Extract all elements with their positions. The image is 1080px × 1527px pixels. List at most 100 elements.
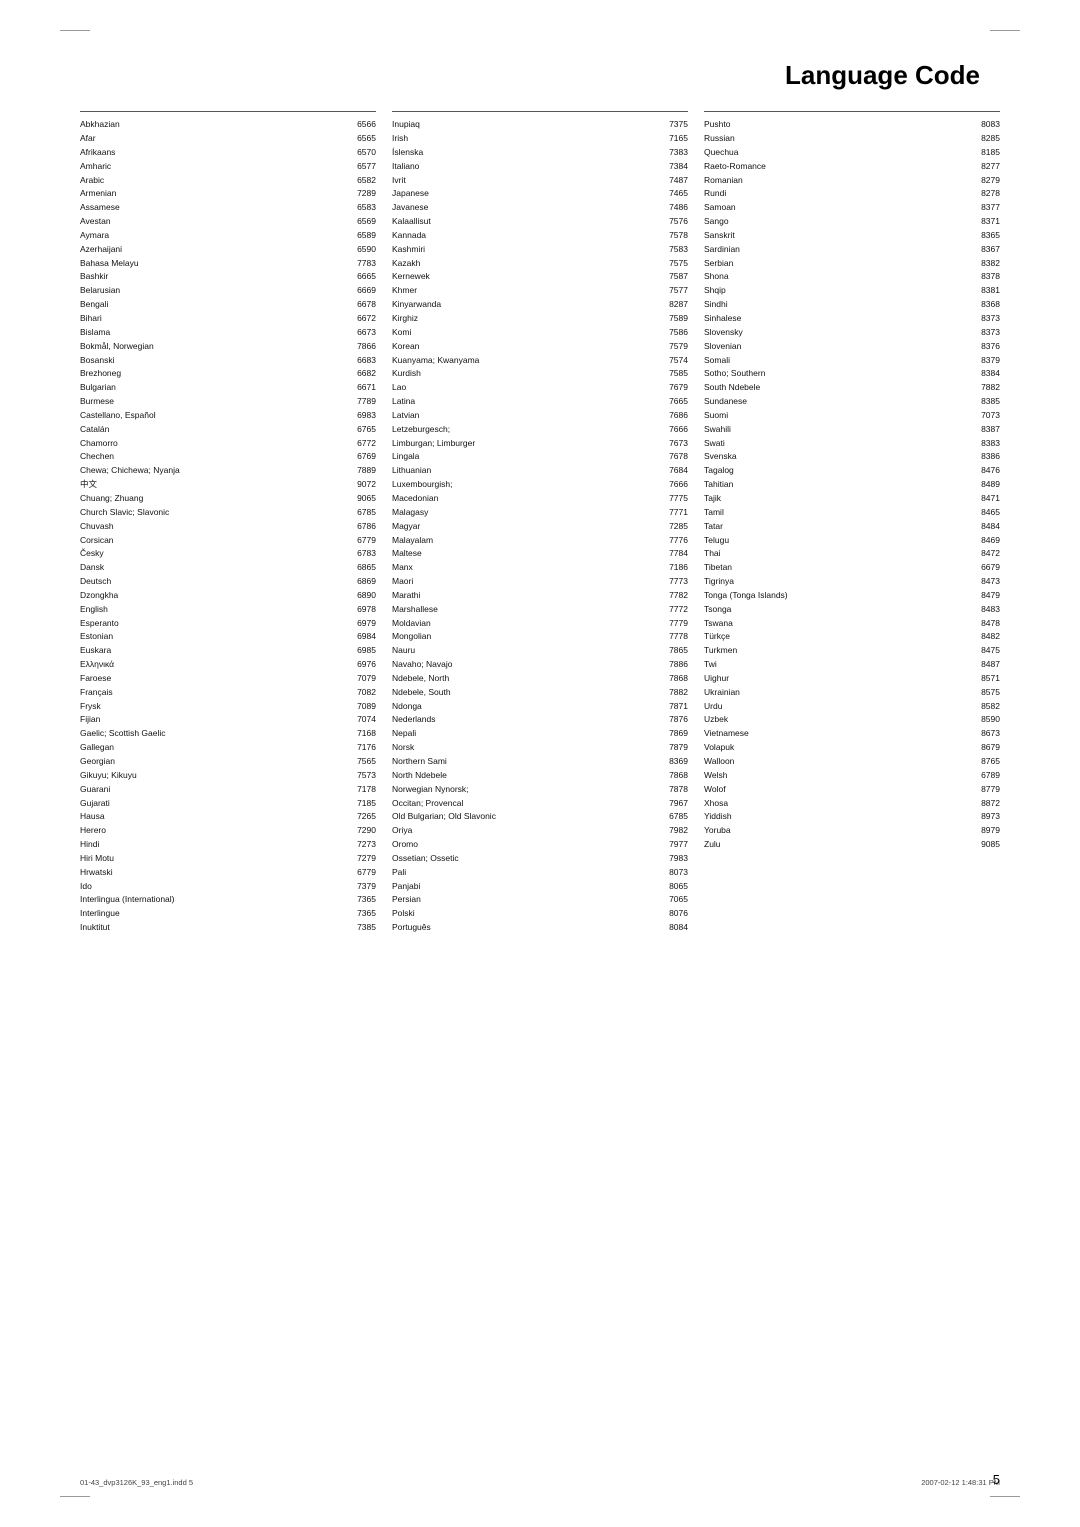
list-item: Swati8383 <box>704 436 1000 450</box>
language-code: 7868 <box>656 770 688 781</box>
language-code: 7773 <box>656 576 688 587</box>
language-code: 7285 <box>656 521 688 532</box>
language-name: Nederlands <box>392 714 656 725</box>
language-code: 8084 <box>656 922 688 933</box>
language-name: Navaho; Navajo <box>392 659 656 670</box>
language-code: 7265 <box>344 811 376 822</box>
language-name: Frysk <box>80 701 344 712</box>
language-name: Old Bulgarian; Old Slavonic <box>392 811 656 822</box>
language-code: 7789 <box>344 396 376 407</box>
list-item: Bashkir6665 <box>80 270 376 284</box>
language-code: 8383 <box>968 438 1000 449</box>
language-code: 6683 <box>344 355 376 366</box>
list-item: Hausa7265 <box>80 810 376 824</box>
list-item: Welsh6789 <box>704 769 1000 783</box>
list-item: Chechen6769 <box>80 450 376 464</box>
list-item: Ελληνικά6976 <box>80 658 376 672</box>
list-item: Herero7290 <box>80 824 376 838</box>
list-item: Gujarati7185 <box>80 796 376 810</box>
language-name: Komi <box>392 327 656 338</box>
language-code: 8384 <box>968 368 1000 379</box>
list-item: Thai8472 <box>704 547 1000 561</box>
language-code: 7665 <box>656 396 688 407</box>
language-name: Bashkir <box>80 271 344 282</box>
language-code: 6673 <box>344 327 376 338</box>
language-code: 8065 <box>656 881 688 892</box>
language-name: Tajik <box>704 493 968 504</box>
list-item: Afar6565 <box>80 132 376 146</box>
list-item: Somali8379 <box>704 353 1000 367</box>
language-name: Maltese <box>392 548 656 559</box>
list-item: Japanese7465 <box>392 187 688 201</box>
language-code: 8287 <box>656 299 688 310</box>
language-code: 8368 <box>968 299 1000 310</box>
list-item: Khmer7577 <box>392 284 688 298</box>
language-code: 6783 <box>344 548 376 559</box>
language-code: 6583 <box>344 202 376 213</box>
language-code: 7666 <box>656 479 688 490</box>
language-code: 6983 <box>344 410 376 421</box>
corner-line-bl <box>60 1496 90 1497</box>
language-name: Irish <box>392 133 656 144</box>
list-item: Français7082 <box>80 686 376 700</box>
language-name: Deutsch <box>80 576 344 587</box>
list-item: Sotho; Southern8384 <box>704 367 1000 381</box>
language-name: Bengali <box>80 299 344 310</box>
language-code: 8473 <box>968 576 1000 587</box>
list-item: Tahitian8489 <box>704 478 1000 492</box>
language-code: 8385 <box>968 396 1000 407</box>
list-item: Lao7679 <box>392 381 688 395</box>
language-name: Zulu <box>704 839 968 850</box>
language-name: Russian <box>704 133 968 144</box>
language-code: 7882 <box>656 687 688 698</box>
language-name: Occitan; Provencal <box>392 798 656 809</box>
list-item: Yiddish8973 <box>704 810 1000 824</box>
language-code: 7771 <box>656 507 688 518</box>
list-item: Russian8285 <box>704 132 1000 146</box>
language-name: Sinhalese <box>704 313 968 324</box>
language-name: Euskara <box>80 645 344 656</box>
language-code: 6979 <box>344 618 376 629</box>
list-item: Ido7379 <box>80 879 376 893</box>
language-code: 8278 <box>968 188 1000 199</box>
language-code: 6779 <box>344 867 376 878</box>
language-name: Herero <box>80 825 344 836</box>
list-item: Abkhazian6566 <box>80 118 376 132</box>
language-name: Norsk <box>392 742 656 753</box>
language-name: Aymara <box>80 230 344 241</box>
list-item: Hiri Motu7279 <box>80 852 376 866</box>
language-name: Armenian <box>80 188 344 199</box>
language-name: Chuvash <box>80 521 344 532</box>
language-name: Shona <box>704 271 968 282</box>
language-code: 8472 <box>968 548 1000 559</box>
language-name: Tagalog <box>704 465 968 476</box>
language-code: 7587 <box>656 271 688 282</box>
language-code: 8471 <box>968 493 1000 504</box>
language-code: 6671 <box>344 382 376 393</box>
language-code: 7886 <box>656 659 688 670</box>
list-item: Kashmiri7583 <box>392 243 688 257</box>
language-name: Kernewek <box>392 271 656 282</box>
language-code: 6984 <box>344 631 376 642</box>
list-item: Chuang; Zhuang9065 <box>80 492 376 506</box>
language-code: 7465 <box>656 188 688 199</box>
language-code: 8185 <box>968 147 1000 158</box>
language-name: Estonian <box>80 631 344 642</box>
list-item: Tamil8465 <box>704 506 1000 520</box>
list-item: Manx7186 <box>392 561 688 575</box>
language-code: 7573 <box>344 770 376 781</box>
language-name: Svenska <box>704 451 968 462</box>
page: Language Code Abkhazian6566Afar6565Afrik… <box>0 0 1080 1527</box>
list-item: Urdu8582 <box>704 699 1000 713</box>
language-code: 8465 <box>968 507 1000 518</box>
list-item: Guarani7178 <box>80 783 376 797</box>
language-code: 8872 <box>968 798 1000 809</box>
list-item: Sango8371 <box>704 215 1000 229</box>
corner-line-tr <box>990 30 1020 31</box>
list-item: Norsk7879 <box>392 741 688 755</box>
language-name: Oriya <box>392 825 656 836</box>
language-code: 7574 <box>656 355 688 366</box>
language-name: Northern Sami <box>392 756 656 767</box>
language-code: 7783 <box>344 258 376 269</box>
language-code: 8582 <box>968 701 1000 712</box>
